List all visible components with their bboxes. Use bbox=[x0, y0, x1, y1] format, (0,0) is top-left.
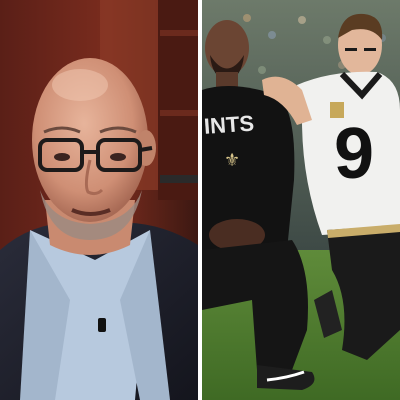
captain-patch bbox=[330, 102, 344, 118]
stadium-photo: INTS ⚜ 9 bbox=[202, 0, 400, 400]
shelf bbox=[160, 175, 198, 183]
microphone bbox=[98, 318, 106, 332]
studio-photo bbox=[0, 0, 198, 400]
eye-black bbox=[364, 48, 376, 51]
jersey-text: INTS bbox=[203, 110, 255, 138]
fleur-de-lis-icon: ⚜ bbox=[224, 150, 240, 170]
scalp-highlight bbox=[52, 69, 108, 101]
shelf bbox=[160, 30, 198, 36]
eye-black bbox=[345, 48, 357, 51]
eye bbox=[54, 153, 70, 161]
player-head bbox=[205, 20, 249, 76]
jersey-number: 9 bbox=[334, 114, 374, 194]
shelf bbox=[160, 110, 198, 116]
right-photo-panel: INTS ⚜ 9 bbox=[202, 0, 400, 400]
left-photo-panel bbox=[0, 0, 198, 400]
photo-collage: INTS ⚜ 9 bbox=[0, 0, 400, 400]
eye bbox=[110, 153, 126, 161]
